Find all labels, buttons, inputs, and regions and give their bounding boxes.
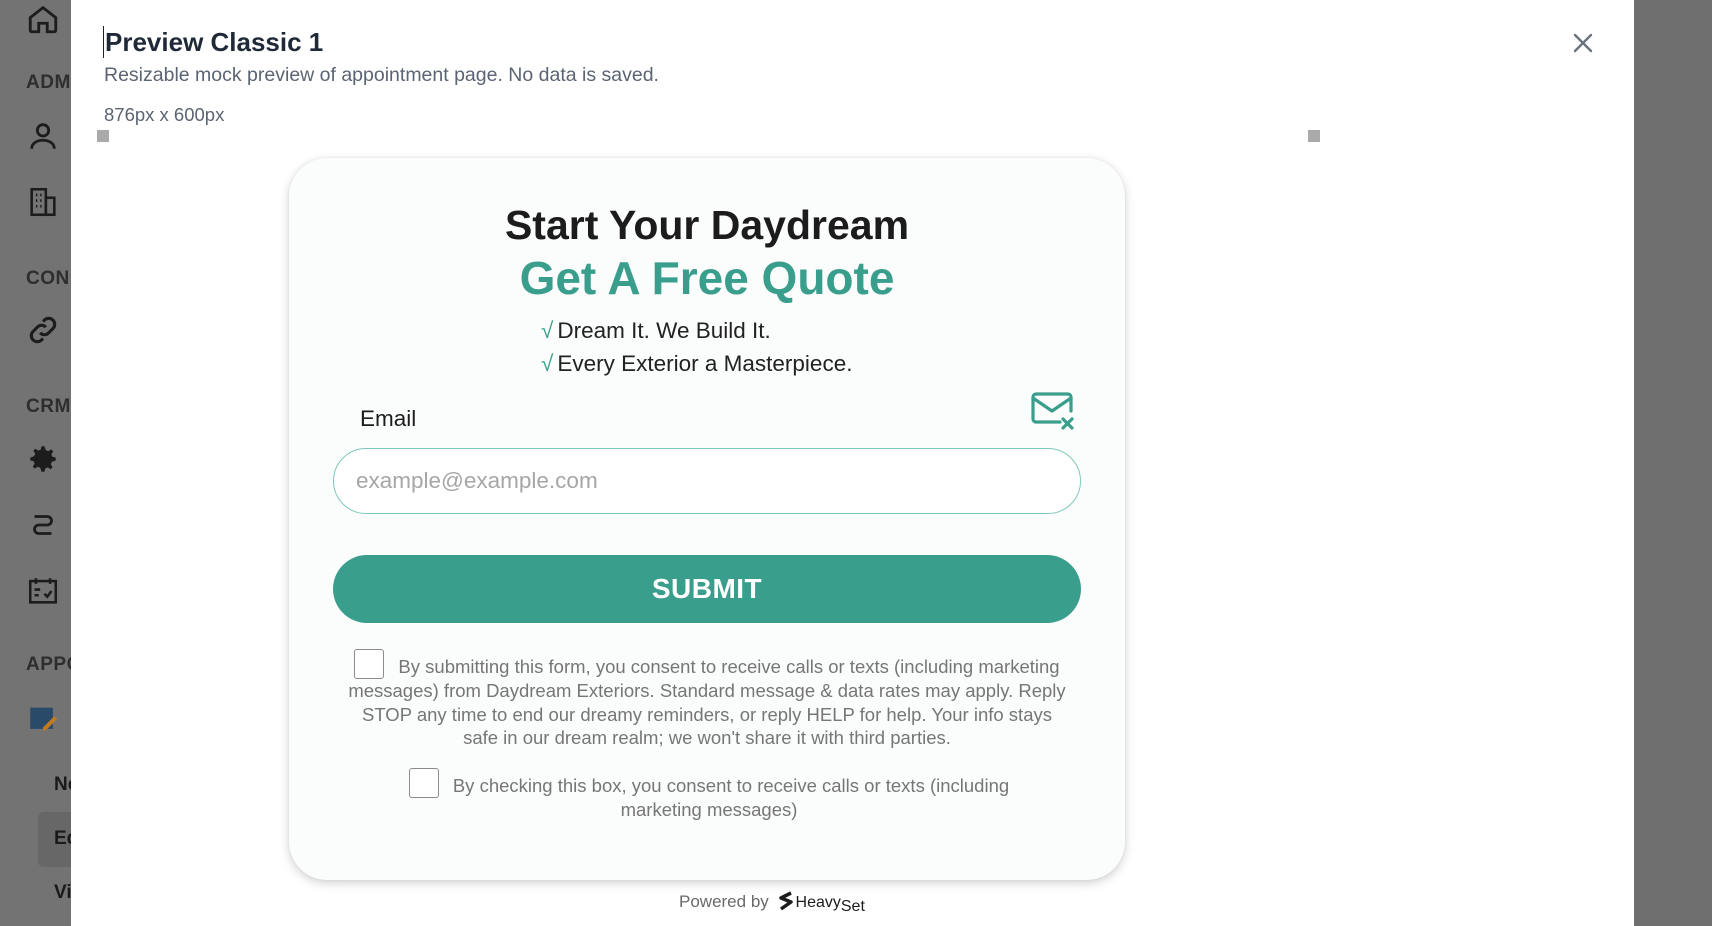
flow-icon [33,515,53,535]
powered-by: Powered by HeavySet [679,891,865,915]
consent-text-2: By checking this box, you consent to rec… [452,775,1010,820]
submit-button[interactable]: SUBMIT [333,555,1081,623]
appointment-form-card: Start Your Daydream Get A Free Quote √ Dr… [289,158,1125,880]
resize-handle-right[interactable] [1308,130,1320,142]
preview-size-label: 876px x 600px [104,104,225,125]
feature-check-text: Dream It. We Build It. [557,318,771,343]
email-input[interactable] [333,448,1081,514]
users-icon [30,123,56,149]
link-icon [29,316,57,344]
preview-modal: Preview Classic 1 Resizable mock preview… [71,0,1634,926]
consent-text-1: By submitting this form, you consent to … [348,656,1066,748]
sidebar-section-crm: CRM [26,396,71,417]
feature-check-2: √ Every Exterior a Masterpiece. [541,351,852,377]
checkmark-icon: √ [541,351,554,376]
resize-handle-left[interactable] [97,130,109,142]
brand-name-b: Set [840,898,865,915]
background-overlay-right [1634,0,1712,926]
checkmark-icon: √ [541,318,554,343]
close-icon[interactable] [1568,28,1598,58]
consent-block-1: By submitting this form, you consent to … [347,649,1067,750]
mail-invalid-icon [1031,392,1074,430]
feature-check-1: √ Dream It. We Build It. [541,318,771,344]
sidebar-section-con: CON [26,268,70,289]
consent-checkbox-1[interactable] [354,649,385,679]
form-subheading: Get A Free Quote [519,252,895,304]
form-heading: Start Your Daydream [504,202,910,248]
brand-name-a: Heavy [795,894,841,911]
background-sidebar: ADM CON CRM APPO Ne Ed Vi [0,0,98,926]
building-icon [30,187,56,217]
gear-icon [30,446,56,472]
home-icon [28,5,58,34]
powered-by-label: Powered by [679,892,769,911]
feature-check-text: Every Exterior a Masterpiece. [557,351,853,376]
modal-subtitle: Resizable mock preview of appointment pa… [104,64,659,86]
heavyset-logo-icon [778,891,793,911]
sidebar-section-admin: ADM [26,72,71,93]
calendar-icon [28,578,58,604]
consent-block-2: By checking this box, you consent to rec… [369,768,1049,822]
sidebar-item-view[interactable]: Vi [54,882,72,904]
edit-icon [30,707,58,731]
modal-title: Preview Classic 1 [103,26,324,58]
email-label: Email [360,406,417,431]
consent-checkbox-2[interactable] [408,768,439,798]
